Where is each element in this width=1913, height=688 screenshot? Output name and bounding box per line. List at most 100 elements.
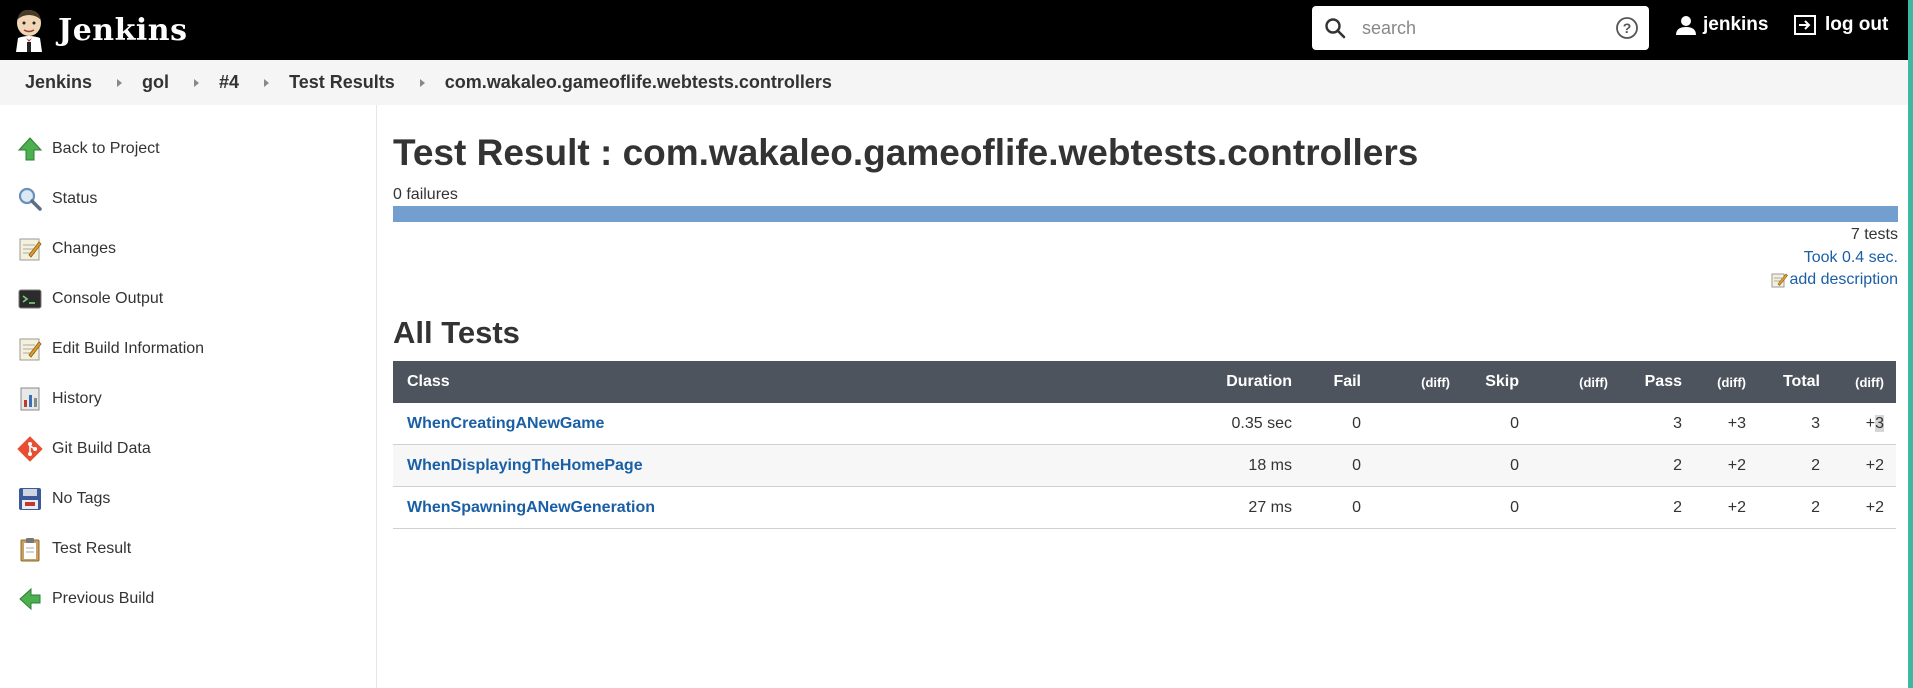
- cell-duration: 0.35 sec: [1190, 403, 1304, 445]
- history-icon: [20, 387, 40, 411]
- sidebar-item-history[interactable]: History: [17, 384, 102, 414]
- sidebar-item-edit-build-information[interactable]: Edit Build Information: [17, 334, 204, 364]
- test-result-bar: [393, 206, 1898, 222]
- breadcrumb-current-package[interactable]: com.wakaleo.gameoflife.webtests.controll…: [445, 72, 832, 93]
- jenkins-logo-icon: [16, 9, 42, 52]
- sidebar-item-label: Test Result: [52, 540, 132, 557]
- brand-name: Jenkins: [58, 12, 188, 48]
- cell-total: 3: [1758, 403, 1832, 445]
- user-icon: [1676, 16, 1696, 35]
- cell-pass: 3: [1620, 403, 1694, 445]
- table-row: WhenDisplayingTheHomePage 18 ms 0 0 2 +2…: [393, 444, 1896, 487]
- cell-fail-diff: [1373, 486, 1462, 529]
- sidebar: Back to Project Status Changes Console O…: [0, 105, 377, 688]
- total-diff-sign: +: [1865, 414, 1876, 432]
- total-diff-selected-text: 3: [1875, 414, 1884, 432]
- sidebar-item-console-output[interactable]: Console Output: [17, 284, 163, 314]
- breadcrumb: Jenkins gol #4 Test Results com.wakaleo.…: [0, 60, 1908, 105]
- test-class-link[interactable]: WhenCreatingANewGame: [407, 415, 604, 432]
- cell-total-diff: +2: [1832, 486, 1896, 529]
- column-header-total[interactable]: Total: [1758, 361, 1832, 403]
- help-icon[interactable]: ?: [1615, 16, 1639, 40]
- test-class-link[interactable]: WhenSpawningANewGeneration: [407, 499, 655, 516]
- sidebar-item-no-tags[interactable]: No Tags: [17, 484, 110, 514]
- cell-skip-diff: [1531, 444, 1620, 487]
- sidebar-item-test-result[interactable]: Test Result: [17, 534, 131, 564]
- add-description-label: add description: [1789, 271, 1898, 288]
- column-header-duration[interactable]: Duration: [1190, 361, 1304, 403]
- sidebar-item-label: Previous Build: [52, 590, 155, 607]
- notepad-icon: [1771, 273, 1789, 288]
- cell-total-diff: +3: [1832, 403, 1896, 445]
- column-header-pass[interactable]: Pass: [1620, 361, 1694, 403]
- breadcrumb-separator-icon: [117, 78, 123, 87]
- magnifier-icon: [18, 187, 42, 211]
- cell-fail: 0: [1304, 486, 1373, 529]
- cell-pass-diff: +2: [1694, 486, 1758, 529]
- window-edge-accent: [1908, 0, 1913, 688]
- breadcrumb-separator-icon: [419, 78, 425, 87]
- sidebar-item-label: Git Build Data: [52, 440, 151, 457]
- svg-text:?: ?: [1623, 20, 1632, 36]
- cell-pass-diff: +3: [1694, 403, 1758, 445]
- breadcrumb-separator-icon: [194, 78, 200, 87]
- test-class-link[interactable]: WhenDisplayingTheHomePage: [407, 457, 643, 474]
- cell-skip-diff: [1531, 403, 1620, 445]
- column-header-fail[interactable]: Fail: [1304, 361, 1373, 403]
- sidebar-item-git-build-data[interactable]: Git Build Data: [17, 434, 151, 464]
- sidebar-item-status[interactable]: Status: [17, 184, 97, 214]
- sidebar-item-previous-build[interactable]: Previous Build: [17, 584, 154, 614]
- table-row: WhenCreatingANewGame 0.35 sec 0 0 3 +3 3…: [393, 403, 1896, 445]
- column-header-pass-diff[interactable]: (diff): [1694, 361, 1758, 403]
- cell-duration: 18 ms: [1190, 444, 1304, 487]
- notepad-icon: [19, 338, 42, 361]
- floppy-disk-icon: [19, 488, 41, 510]
- column-header-skip[interactable]: Skip: [1462, 361, 1531, 403]
- cell-skip: 0: [1462, 444, 1531, 487]
- logout-icon: [1794, 15, 1816, 35]
- jenkins-home-link[interactable]: Jenkins: [12, 8, 187, 52]
- cell-fail-diff: [1373, 403, 1462, 445]
- cell-total: 2: [1758, 486, 1832, 529]
- logout-link[interactable]: log out: [1793, 14, 1888, 36]
- cell-total: 2: [1758, 444, 1832, 487]
- clipboard-icon: [20, 538, 40, 562]
- table-row: WhenSpawningANewGeneration 27 ms 0 0 2 +…: [393, 486, 1896, 529]
- tests-table: Class Duration Fail (diff) Skip (diff) P…: [393, 361, 1896, 529]
- sidebar-item-label: Edit Build Information: [52, 340, 205, 357]
- sidebar-item-back-to-project[interactable]: Back to Project: [17, 134, 160, 164]
- sidebar-item-changes[interactable]: Changes: [17, 234, 116, 264]
- cell-pass-diff: +2: [1694, 444, 1758, 487]
- column-header-fail-diff[interactable]: (diff): [1373, 361, 1462, 403]
- notepad-icon: [19, 238, 42, 261]
- column-header-class[interactable]: Class: [393, 361, 1190, 403]
- table-header-row: Class Duration Fail (diff) Skip (diff) P…: [393, 361, 1896, 403]
- git-icon: [17, 436, 43, 462]
- cell-duration: 27 ms: [1190, 486, 1304, 529]
- column-header-skip-diff[interactable]: (diff): [1531, 361, 1620, 403]
- cell-pass: 2: [1620, 444, 1694, 487]
- total-diff-value: +2: [1865, 498, 1884, 516]
- breadcrumb-jenkins[interactable]: Jenkins: [25, 72, 92, 93]
- sidebar-item-label: Status: [52, 190, 98, 207]
- page-title: Test Result : com.wakaleo.gameoflife.web…: [393, 132, 1419, 173]
- tests-count: 7 tests: [1850, 226, 1898, 243]
- sidebar-item-label: Console Output: [52, 290, 164, 307]
- sidebar-item-label: Changes: [52, 240, 117, 257]
- terminal-icon: [18, 289, 42, 309]
- total-diff-value: +2: [1865, 456, 1884, 474]
- breadcrumb-test-results[interactable]: Test Results: [289, 72, 395, 93]
- user-link[interactable]: jenkins: [1675, 14, 1768, 36]
- search-input[interactable]: [1360, 16, 1604, 40]
- cell-pass: 2: [1620, 486, 1694, 529]
- search-icon: [1325, 18, 1346, 39]
- breadcrumb-build-4[interactable]: #4: [219, 72, 239, 93]
- add-description-link[interactable]: add description: [1770, 271, 1898, 289]
- sidebar-item-label: Back to Project: [52, 140, 160, 157]
- breadcrumb-gol[interactable]: gol: [142, 72, 169, 93]
- cell-class: WhenDisplayingTheHomePage: [393, 444, 1190, 487]
- sidebar-item-label: History: [52, 390, 102, 407]
- search-box: ?: [1312, 6, 1649, 50]
- column-header-total-diff[interactable]: (diff): [1832, 361, 1896, 403]
- duration-link[interactable]: Took 0.4 sec.: [1804, 249, 1898, 267]
